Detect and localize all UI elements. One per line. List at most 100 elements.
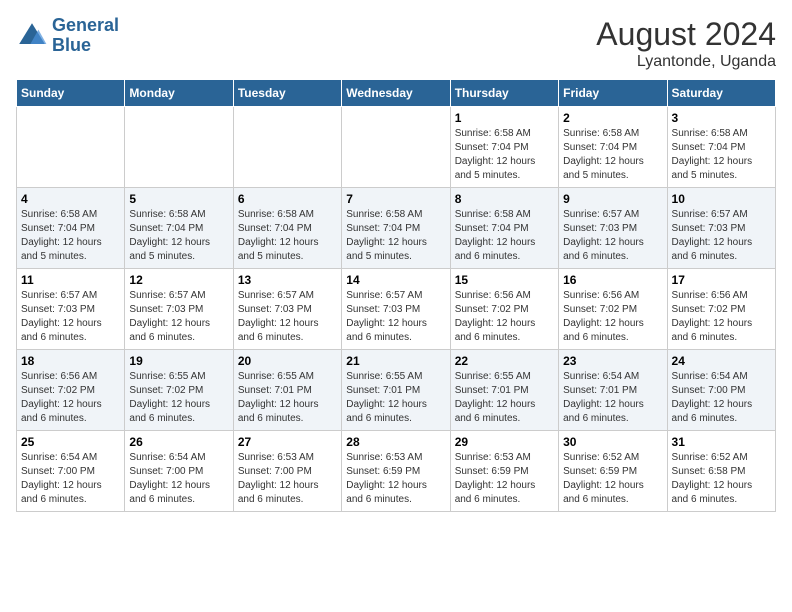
calendar-day-cell bbox=[342, 107, 450, 188]
calendar-day-cell: 19Sunrise: 6:55 AM Sunset: 7:02 PM Dayli… bbox=[125, 350, 233, 431]
calendar-day-cell: 11 Sunrise: 6:57 AM Sunset: 7:03 PM Dayli… bbox=[17, 269, 125, 350]
month-year: August 2024 bbox=[596, 16, 776, 53]
day-number: 31 bbox=[672, 435, 771, 449]
day-info: Sunrise: 6:56 AM Sunset: 7:02 PM Dayligh… bbox=[21, 370, 120, 426]
day-info: Sunrise: 6:53 AM Sunset: 6:59 PM Dayligh… bbox=[346, 451, 445, 507]
calendar-day-cell: 22Sunrise: 6:55 AM Sunset: 7:01 PM Dayli… bbox=[450, 350, 558, 431]
logo-line1: General bbox=[52, 15, 119, 35]
calendar-day-cell bbox=[125, 107, 233, 188]
day-info: Sunrise: 6:54 AM Sunset: 7:00 PM Dayligh… bbox=[21, 451, 120, 507]
day-info: Sunrise: 6:58 AM Sunset: 7:04 PM Dayligh… bbox=[238, 208, 337, 264]
day-info: Sunrise: 6:58 AM Sunset: 7:04 PM Dayligh… bbox=[563, 127, 662, 183]
day-number: 20 bbox=[238, 354, 337, 368]
page-header: General Blue August 2024 Lyantonde, Ugan… bbox=[16, 16, 776, 71]
day-number: 15 bbox=[455, 273, 554, 287]
day-info: Sunrise: 6:54 AM Sunset: 7:00 PM Dayligh… bbox=[672, 370, 771, 426]
calendar-day-cell bbox=[17, 107, 125, 188]
day-number: 3 bbox=[672, 111, 771, 125]
day-info: Sunrise: 6:54 AM Sunset: 7:01 PM Dayligh… bbox=[563, 370, 662, 426]
calendar-day-cell: 3 Sunrise: 6:58 AM Sunset: 7:04 PM Daylig… bbox=[667, 107, 775, 188]
day-number: 27 bbox=[238, 435, 337, 449]
day-info: Sunrise: 6:58 AM Sunset: 7:04 PM Dayligh… bbox=[21, 208, 120, 264]
calendar-day-cell: 31 Sunrise: 6:52 AM Sunset: 6:58 PM Dayli… bbox=[667, 431, 775, 512]
weekday-header: Friday bbox=[559, 80, 667, 107]
day-number: 1 bbox=[455, 111, 554, 125]
calendar-day-cell: 4 Sunrise: 6:58 AM Sunset: 7:04 PM Daylig… bbox=[17, 188, 125, 269]
weekday-header: Wednesday bbox=[342, 80, 450, 107]
day-info: Sunrise: 6:54 AM Sunset: 7:00 PM Dayligh… bbox=[129, 451, 228, 507]
day-info: Sunrise: 6:53 AM Sunset: 7:00 PM Dayligh… bbox=[238, 451, 337, 507]
calendar-week-row: 4 Sunrise: 6:58 AM Sunset: 7:04 PM Daylig… bbox=[17, 188, 776, 269]
calendar-day-cell: 21Sunrise: 6:55 AM Sunset: 7:01 PM Dayli… bbox=[342, 350, 450, 431]
day-number: 7 bbox=[346, 192, 445, 206]
day-info: Sunrise: 6:55 AM Sunset: 7:01 PM Dayligh… bbox=[238, 370, 337, 426]
day-number: 16 bbox=[563, 273, 662, 287]
day-number: 11 bbox=[21, 273, 120, 287]
calendar-week-row: 18 Sunrise: 6:56 AM Sunset: 7:02 PM Dayli… bbox=[17, 350, 776, 431]
day-info: Sunrise: 6:57 AM Sunset: 7:03 PM Dayligh… bbox=[238, 289, 337, 345]
day-info: Sunrise: 6:57 AM Sunset: 7:03 PM Dayligh… bbox=[346, 289, 445, 345]
calendar-day-cell: 25 Sunrise: 6:54 AM Sunset: 7:00 PM Dayli… bbox=[17, 431, 125, 512]
day-info: Sunrise: 6:57 AM Sunset: 7:03 PM Dayligh… bbox=[672, 208, 771, 264]
calendar-day-cell: 18 Sunrise: 6:56 AM Sunset: 7:02 PM Dayli… bbox=[17, 350, 125, 431]
logo: General Blue bbox=[16, 16, 119, 56]
logo-icon bbox=[16, 20, 48, 52]
title-block: August 2024 Lyantonde, Uganda bbox=[596, 16, 776, 71]
day-number: 26 bbox=[129, 435, 228, 449]
day-info: Sunrise: 6:56 AM Sunset: 7:02 PM Dayligh… bbox=[455, 289, 554, 345]
day-number: 30 bbox=[563, 435, 662, 449]
calendar-day-cell: 2Sunrise: 6:58 AM Sunset: 7:04 PM Daylig… bbox=[559, 107, 667, 188]
day-number: 21 bbox=[346, 354, 445, 368]
weekday-header: Thursday bbox=[450, 80, 558, 107]
calendar-day-cell: 6 Sunrise: 6:58 AM Sunset: 7:04 PM Daylig… bbox=[233, 188, 341, 269]
calendar-day-cell: 7 Sunrise: 6:58 AM Sunset: 7:04 PM Daylig… bbox=[342, 188, 450, 269]
day-info: Sunrise: 6:55 AM Sunset: 7:01 PM Dayligh… bbox=[455, 370, 554, 426]
calendar-day-cell: 15 Sunrise: 6:56 AM Sunset: 7:02 PM Dayli… bbox=[450, 269, 558, 350]
calendar-day-cell: 26 Sunrise: 6:54 AM Sunset: 7:00 PM Dayli… bbox=[125, 431, 233, 512]
calendar-day-cell: 1 Sunrise: 6:58 AM Sunset: 7:04 PM Daylig… bbox=[450, 107, 558, 188]
day-info: Sunrise: 6:53 AM Sunset: 6:59 PM Dayligh… bbox=[455, 451, 554, 507]
calendar-week-row: 1 Sunrise: 6:58 AM Sunset: 7:04 PM Daylig… bbox=[17, 107, 776, 188]
day-number: 14 bbox=[346, 273, 445, 287]
calendar-day-cell: 17 Sunrise: 6:56 AM Sunset: 7:02 PM Dayli… bbox=[667, 269, 775, 350]
calendar: SundayMondayTuesdayWednesdayThursdayFrid… bbox=[16, 79, 776, 512]
day-number: 10 bbox=[672, 192, 771, 206]
weekday-header: Monday bbox=[125, 80, 233, 107]
weekday-header-row: SundayMondayTuesdayWednesdayThursdayFrid… bbox=[17, 80, 776, 107]
calendar-day-cell: 8Sunrise: 6:58 AM Sunset: 7:04 PM Daylig… bbox=[450, 188, 558, 269]
day-number: 6 bbox=[238, 192, 337, 206]
calendar-day-cell: 5Sunrise: 6:58 AM Sunset: 7:04 PM Daylig… bbox=[125, 188, 233, 269]
calendar-day-cell: 16Sunrise: 6:56 AM Sunset: 7:02 PM Dayli… bbox=[559, 269, 667, 350]
day-number: 4 bbox=[21, 192, 120, 206]
logo-line2: Blue bbox=[52, 36, 119, 56]
day-info: Sunrise: 6:52 AM Sunset: 6:58 PM Dayligh… bbox=[672, 451, 771, 507]
day-info: Sunrise: 6:58 AM Sunset: 7:04 PM Dayligh… bbox=[455, 208, 554, 264]
day-number: 12 bbox=[129, 273, 228, 287]
day-number: 25 bbox=[21, 435, 120, 449]
weekday-header: Saturday bbox=[667, 80, 775, 107]
day-info: Sunrise: 6:58 AM Sunset: 7:04 PM Dayligh… bbox=[455, 127, 554, 183]
day-info: Sunrise: 6:57 AM Sunset: 7:03 PM Dayligh… bbox=[21, 289, 120, 345]
day-number: 17 bbox=[672, 273, 771, 287]
day-number: 23 bbox=[563, 354, 662, 368]
calendar-day-cell: 30Sunrise: 6:52 AM Sunset: 6:59 PM Dayli… bbox=[559, 431, 667, 512]
calendar-day-cell: 9Sunrise: 6:57 AM Sunset: 7:03 PM Daylig… bbox=[559, 188, 667, 269]
day-info: Sunrise: 6:56 AM Sunset: 7:02 PM Dayligh… bbox=[672, 289, 771, 345]
day-number: 28 bbox=[346, 435, 445, 449]
day-number: 18 bbox=[21, 354, 120, 368]
calendar-day-cell: 29Sunrise: 6:53 AM Sunset: 6:59 PM Dayli… bbox=[450, 431, 558, 512]
weekday-header: Sunday bbox=[17, 80, 125, 107]
calendar-week-row: 11 Sunrise: 6:57 AM Sunset: 7:03 PM Dayli… bbox=[17, 269, 776, 350]
day-number: 5 bbox=[129, 192, 228, 206]
day-number: 13 bbox=[238, 273, 337, 287]
day-info: Sunrise: 6:58 AM Sunset: 7:04 PM Dayligh… bbox=[672, 127, 771, 183]
calendar-day-cell: 13 Sunrise: 6:57 AM Sunset: 7:03 PM Dayli… bbox=[233, 269, 341, 350]
location: Lyantonde, Uganda bbox=[596, 53, 776, 71]
calendar-day-cell: 10 Sunrise: 6:57 AM Sunset: 7:03 PM Dayli… bbox=[667, 188, 775, 269]
calendar-day-cell: 14 Sunrise: 6:57 AM Sunset: 7:03 PM Dayli… bbox=[342, 269, 450, 350]
calendar-day-cell: 27 Sunrise: 6:53 AM Sunset: 7:00 PM Dayli… bbox=[233, 431, 341, 512]
day-number: 19 bbox=[129, 354, 228, 368]
calendar-day-cell bbox=[233, 107, 341, 188]
day-number: 24 bbox=[672, 354, 771, 368]
day-info: Sunrise: 6:58 AM Sunset: 7:04 PM Dayligh… bbox=[346, 208, 445, 264]
